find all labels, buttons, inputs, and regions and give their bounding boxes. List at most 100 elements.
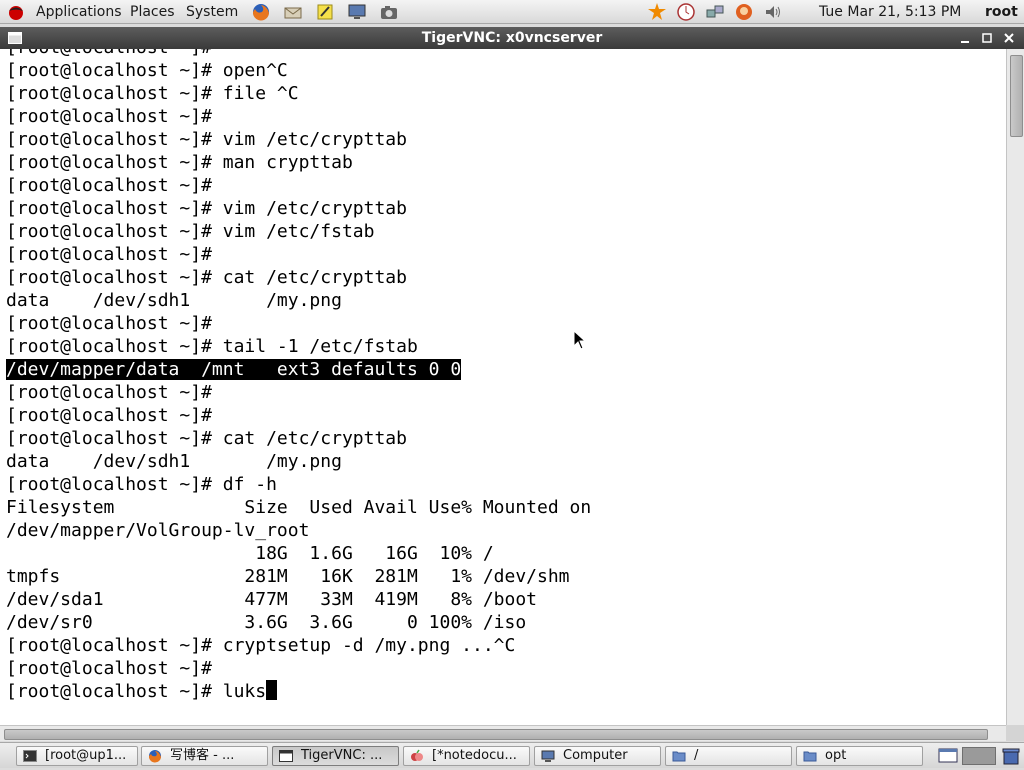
terminal-line-text: data /dev/sdh1 /my.png — [6, 451, 342, 472]
clock[interactable]: Tue Mar 21, 5:13 PM — [819, 3, 961, 21]
terminal-line: [root@localhost ~]# — [6, 657, 591, 680]
terminal-line: data /dev/sdh1 /my.png — [6, 289, 591, 312]
firefox-icon — [148, 749, 162, 763]
terminal-line-text: /dev/sr0 3.6G 3.6G 0 100% /iso — [6, 612, 527, 633]
user-switch-icon[interactable] — [734, 2, 754, 22]
vnc-window-icon — [279, 749, 293, 763]
terminal-line-text: [root@localhost ~]# — [6, 405, 212, 426]
terminal-line-text: [root@localhost ~]# cryptsetup -d /my.pn… — [6, 635, 516, 656]
maximize-button[interactable] — [979, 30, 995, 46]
terminal-line: [root@localhost ~]# vim /etc/fstab — [6, 220, 591, 243]
terminal-line-text: Filesystem Size Used Avail Use% Mounted … — [6, 497, 592, 518]
update-notifier-icon[interactable] — [647, 2, 667, 22]
minimize-icon — [961, 41, 969, 43]
mail-icon[interactable] — [283, 2, 303, 22]
taskbar-item-browser[interactable]: 写博客 - ... — [141, 746, 268, 766]
terminal-line: [root@localhost ~]# — [6, 312, 591, 335]
terminal-line-text: [root@localhost ~]# — [6, 106, 212, 127]
terminal-line-text: 18G 1.6G 16G 10% / — [6, 543, 494, 564]
taskbar-item-label: [root@up1... — [45, 748, 127, 763]
terminal-line: [root@localhost ~]# tail -1 /etc/fstab — [6, 335, 591, 358]
terminal-line-text: data /dev/sdh1 /my.png — [6, 290, 342, 311]
vertical-scrollbar[interactable] — [1006, 49, 1024, 725]
terminal-line-text: [root@localhost ~]# df -h — [6, 474, 277, 495]
horizontal-scrollbar-thumb[interactable] — [4, 729, 988, 740]
terminal-output: [root@localhost ~]# [root@localhost ~]# o… — [6, 49, 591, 703]
close-icon — [1004, 33, 1014, 43]
terminal-line-text: [root@localhost ~]# cat /etc/crypttab — [6, 267, 407, 288]
terminal-line-text: tmpfs 281M 16K 281M 1% /dev/shm — [6, 566, 570, 587]
terminal-line: [root@localhost ~]# — [6, 49, 591, 59]
volume-icon[interactable] — [763, 2, 783, 22]
taskbar-item-label: TigerVNC: ... — [301, 748, 383, 763]
terminal-line: [root@localhost ~]# file ^C — [6, 82, 591, 105]
terminal-line-text: [root@localhost ~]# — [6, 175, 212, 196]
terminal-line: [root@localhost ~]# cryptsetup -d /my.pn… — [6, 634, 591, 657]
taskbar: [root@up1... 写博客 - ... TigerVNC: ... [*n… — [0, 742, 1024, 768]
vnc-window: TigerVNC: x0vncserver [root@localhost ~]… — [0, 27, 1024, 741]
taskbar-item-terminal[interactable]: [root@up1... — [16, 746, 138, 766]
terminal-line-text: [root@localhost ~]# — [6, 313, 212, 334]
firefox-icon[interactable] — [251, 2, 271, 22]
taskbar-item-label: [*notedocu... — [432, 748, 517, 763]
folder-icon — [803, 749, 817, 763]
minimize-button[interactable] — [957, 30, 973, 46]
taskbar-item-label: Computer — [563, 748, 628, 763]
window-title: TigerVNC: x0vncserver — [421, 30, 603, 46]
terminal-line: /dev/mapper/VolGroup-lv_root — [6, 519, 591, 542]
monitor-icon[interactable] — [347, 2, 367, 22]
taskbar-item-folder-root[interactable]: / — [665, 746, 792, 766]
terminal-line-text: [root@localhost ~]# — [6, 382, 212, 403]
vertical-scrollbar-thumb[interactable] — [1010, 55, 1023, 137]
computer-icon — [541, 749, 555, 763]
horizontal-scrollbar[interactable] — [0, 725, 1006, 741]
scrollbar-corner — [1006, 725, 1024, 741]
terminal-line-text: [root@localhost ~]# tail -1 /etc/fstab — [6, 336, 418, 357]
user-menu[interactable]: root — [985, 3, 1018, 21]
terminal-line: Filesystem Size Used Avail Use% Mounted … — [6, 496, 591, 519]
places-menu[interactable]: Places — [128, 3, 177, 21]
terminal-line-text: /dev/sda1 477M 33M 419M 8% /boot — [6, 589, 538, 610]
notes-icon[interactable] — [315, 2, 335, 22]
taskbar-item-notes[interactable]: [*notedocu... — [403, 746, 530, 766]
terminal-line-text: [root@localhost ~]# cat /etc/crypttab — [6, 428, 407, 449]
taskbar-item-folder-opt[interactable]: opt — [796, 746, 923, 766]
distro-logo-icon[interactable] — [6, 2, 26, 22]
applications-menu[interactable]: Applications — [34, 3, 124, 21]
screenshot-camera-icon[interactable] — [379, 2, 399, 22]
terminal-line: [root@localhost ~]# df -h — [6, 473, 591, 496]
show-desktop-button[interactable] — [936, 747, 960, 765]
show-desktop-icon — [938, 748, 958, 763]
terminal-line: /dev/sda1 477M 33M 419M 8% /boot — [6, 588, 591, 611]
terminal-line: [root@localhost ~]# luks — [6, 680, 591, 703]
terminal-line-text: [root@localhost ~]# file ^C — [6, 83, 299, 104]
close-button[interactable] — [1001, 30, 1017, 46]
maximize-icon — [982, 33, 992, 43]
terminal-line-text: [root@localhost ~]# vim /etc/crypttab — [6, 129, 407, 150]
terminal-line: [root@localhost ~]# — [6, 105, 591, 128]
terminal-line: tmpfs 281M 16K 281M 1% /dev/shm — [6, 565, 591, 588]
terminal-line: [root@localhost ~]# vim /etc/crypttab — [6, 197, 591, 220]
terminal-line: /dev/mapper/data /mnt ext3 defaults 0 0 — [6, 358, 591, 381]
trash-icon[interactable] — [1000, 746, 1022, 766]
taskbar-item-vnc[interactable]: TigerVNC: ... — [272, 746, 399, 766]
window-titlebar[interactable]: TigerVNC: x0vncserver — [0, 27, 1024, 49]
terminal-line-text: [root@localhost ~]# luks — [6, 681, 267, 702]
network-icon[interactable] — [705, 2, 725, 22]
terminal-line: [root@localhost ~]# — [6, 243, 591, 266]
system-menu[interactable]: System — [184, 3, 240, 21]
folder-icon — [672, 749, 686, 763]
terminal-line: data /dev/sdh1 /my.png — [6, 450, 591, 473]
terminal-line: [root@localhost ~]# — [6, 404, 591, 427]
terminal-line: [root@localhost ~]# — [6, 381, 591, 404]
terminal-line: [root@localhost ~]# vim /etc/crypttab — [6, 128, 591, 151]
workspace-switcher[interactable] — [962, 747, 996, 765]
time-tracker-icon[interactable] — [676, 2, 696, 22]
terminal-cursor — [266, 680, 278, 700]
terminal-line-text: [root@localhost ~]# vim /etc/fstab — [6, 221, 375, 242]
taskbar-item-computer[interactable]: Computer — [534, 746, 661, 766]
terminal-line-text: [root@localhost ~]# man crypttab — [6, 152, 353, 173]
terminal-line-text: [root@localhost ~]# open^C — [6, 60, 288, 81]
terminal-view[interactable]: [root@localhost ~]# [root@localhost ~]# o… — [0, 49, 1006, 725]
terminal-line-text: [root@localhost ~]# — [6, 658, 212, 679]
